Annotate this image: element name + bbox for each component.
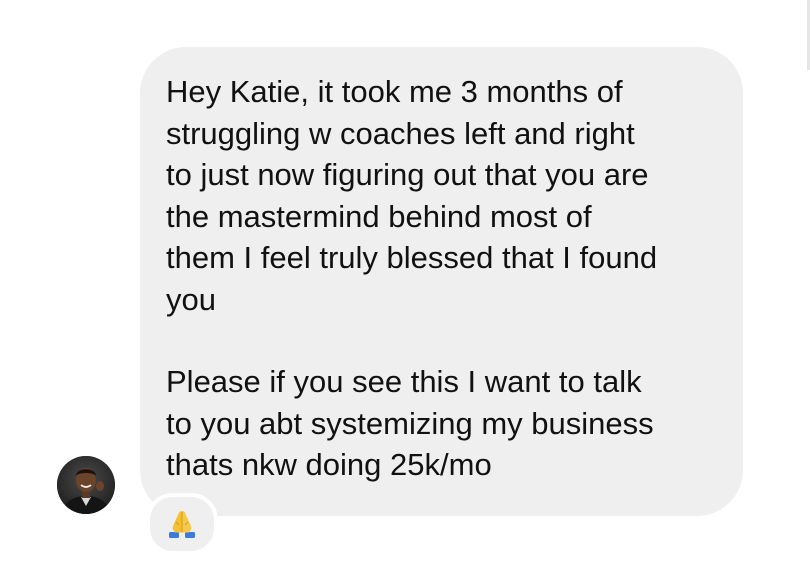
sender-avatar[interactable]	[57, 456, 115, 514]
folded-hands-icon	[169, 511, 195, 538]
message-bubble[interactable]: Hey Katie, it took me 3 months of strugg…	[140, 47, 743, 516]
reaction-badge[interactable]	[146, 493, 218, 555]
message-paragraph-1: Hey Katie, it took me 3 months of strugg…	[166, 74, 658, 317]
message-paragraph-2: Please if you see this I want to talk to…	[166, 364, 654, 482]
avatar-image	[57, 456, 115, 514]
